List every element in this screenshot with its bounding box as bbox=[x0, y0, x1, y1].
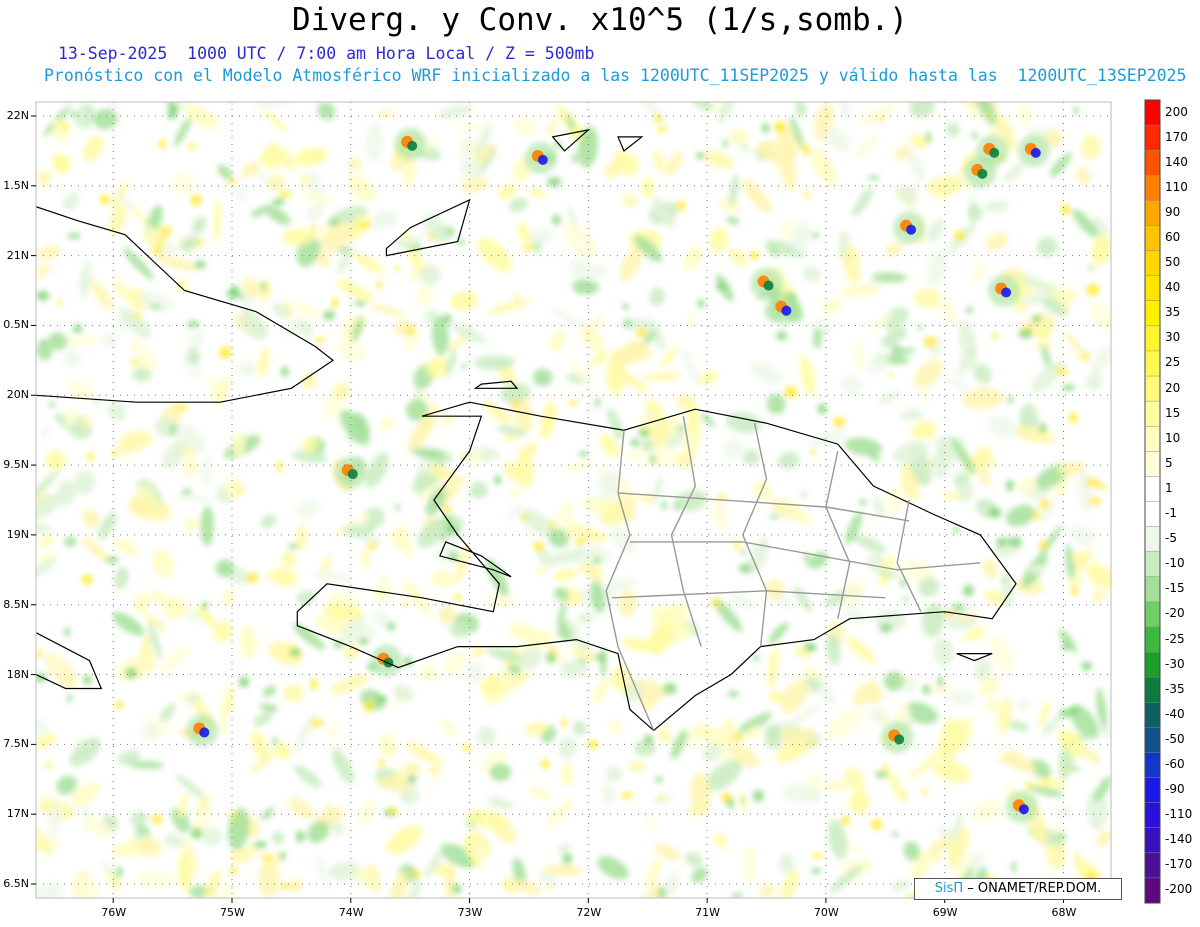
colorbar-swatch bbox=[1145, 300, 1160, 327]
colorbar-swatch bbox=[1145, 576, 1160, 603]
lat-label: 7.5N bbox=[3, 737, 29, 751]
colorbar-swatch bbox=[1145, 476, 1160, 502]
colorbar-label: 5 bbox=[1165, 455, 1173, 470]
lat-label: 18N bbox=[6, 667, 29, 681]
colorbar-label: -50 bbox=[1165, 731, 1185, 746]
colorbar-label: 200 bbox=[1165, 104, 1188, 119]
colorbar-label: 170 bbox=[1165, 129, 1188, 144]
lon-label: 74W bbox=[338, 906, 364, 919]
colorbar-label: 110 bbox=[1165, 179, 1188, 194]
colorbar-swatch bbox=[1145, 802, 1160, 829]
colorbar-label: -170 bbox=[1165, 857, 1193, 872]
colorbar-swatch bbox=[1145, 426, 1160, 452]
colorbar-swatch bbox=[1145, 677, 1160, 703]
colorbar-label: -60 bbox=[1165, 756, 1185, 771]
colorbar-swatch bbox=[1145, 376, 1160, 402]
colorbar-swatch bbox=[1145, 401, 1160, 427]
colorbar-swatch bbox=[1145, 877, 1160, 904]
colorbar-label: 90 bbox=[1165, 204, 1181, 219]
colorbar-label: -5 bbox=[1165, 531, 1177, 546]
colorbar-label: -1 bbox=[1165, 506, 1177, 521]
colorbar-swatch bbox=[1145, 175, 1160, 201]
lon-label: 76W bbox=[101, 906, 127, 919]
colorbar-label: -30 bbox=[1165, 656, 1185, 671]
lat-label: 1.5N bbox=[3, 178, 29, 192]
lon-label: 73W bbox=[457, 906, 483, 919]
colorbar-label: -110 bbox=[1165, 807, 1193, 822]
lon-label: 70W bbox=[813, 906, 839, 919]
colorbar-label: 40 bbox=[1165, 280, 1181, 295]
colorbar-swatch bbox=[1145, 150, 1160, 176]
lat-label: 21N bbox=[6, 248, 29, 262]
colorbar-label: -35 bbox=[1165, 681, 1185, 696]
colorbar-label: -200 bbox=[1165, 882, 1193, 897]
colorbar-label: 1 bbox=[1165, 480, 1173, 495]
colorbar-label: 140 bbox=[1165, 154, 1188, 169]
lat-label: 0.5N bbox=[3, 318, 29, 332]
colorbar-swatch bbox=[1145, 727, 1160, 753]
colorbar-swatch bbox=[1145, 752, 1160, 779]
lon-label: 71W bbox=[695, 906, 720, 919]
lat-label: 8.5N bbox=[3, 597, 29, 611]
colorbar-swatch bbox=[1145, 551, 1160, 578]
lon-label: 72W bbox=[576, 906, 602, 919]
divergence-map bbox=[31, 99, 1161, 904]
colorbar-label: -140 bbox=[1165, 832, 1193, 847]
lat-label: 19N bbox=[6, 527, 29, 541]
colorbar-label: -40 bbox=[1165, 706, 1185, 721]
colorbar-label: -20 bbox=[1165, 606, 1185, 621]
colorbar-swatch bbox=[1145, 451, 1160, 477]
lon-label: 75W bbox=[219, 906, 245, 919]
colorbar-label: -15 bbox=[1165, 581, 1185, 596]
colorbar-swatch bbox=[1145, 827, 1160, 854]
colorbar-swatch bbox=[1145, 852, 1160, 879]
colorbar-swatch bbox=[1145, 777, 1160, 804]
colorbar-label: 15 bbox=[1165, 405, 1181, 420]
lon-label: 68W bbox=[1051, 906, 1077, 919]
colorbar-label: 25 bbox=[1165, 355, 1181, 370]
colorbar-label: -25 bbox=[1165, 631, 1185, 646]
colorbar-swatch bbox=[1145, 225, 1160, 252]
colorbar-label: -10 bbox=[1165, 556, 1185, 571]
lat-label: 9.5N bbox=[3, 458, 29, 472]
colorbar-label: -90 bbox=[1165, 782, 1185, 797]
colorbar-swatch bbox=[1145, 350, 1160, 377]
lat-label: 20N bbox=[6, 388, 29, 402]
colorbar-swatch bbox=[1145, 250, 1160, 277]
colorbar-swatch bbox=[1145, 125, 1160, 151]
colorbar-swatch bbox=[1145, 702, 1160, 728]
colorbar-label: 35 bbox=[1165, 305, 1181, 320]
colorbar-swatch bbox=[1145, 501, 1160, 528]
lat-label: 17N bbox=[6, 807, 29, 821]
sispi-logo: SisΠ bbox=[934, 881, 964, 896]
colorbar-swatch bbox=[1145, 275, 1160, 302]
colorbar-swatch bbox=[1145, 100, 1160, 126]
colorbar-label: 60 bbox=[1165, 230, 1181, 245]
colorbar-swatch bbox=[1145, 626, 1160, 653]
lon-label: 69W bbox=[932, 906, 958, 919]
colorbar-swatch bbox=[1145, 601, 1160, 628]
credit-box: SisΠ – ONAMET/REP.DOM. bbox=[914, 878, 1122, 900]
colorbar bbox=[1144, 99, 1161, 904]
colorbar-label: 10 bbox=[1165, 430, 1181, 445]
colorbar-swatch bbox=[1145, 526, 1160, 553]
colorbar-swatch bbox=[1145, 325, 1160, 352]
colorbar-swatch bbox=[1145, 200, 1160, 226]
colorbar-label: 50 bbox=[1165, 255, 1181, 270]
colorbar-label: 30 bbox=[1165, 330, 1181, 345]
lat-label: 22N bbox=[6, 108, 29, 122]
colorbar-label: 20 bbox=[1165, 380, 1181, 395]
lat-label: 6.5N bbox=[3, 877, 29, 891]
credit-text: – ONAMET/REP.DOM. bbox=[963, 881, 1102, 896]
colorbar-swatch bbox=[1145, 652, 1160, 678]
